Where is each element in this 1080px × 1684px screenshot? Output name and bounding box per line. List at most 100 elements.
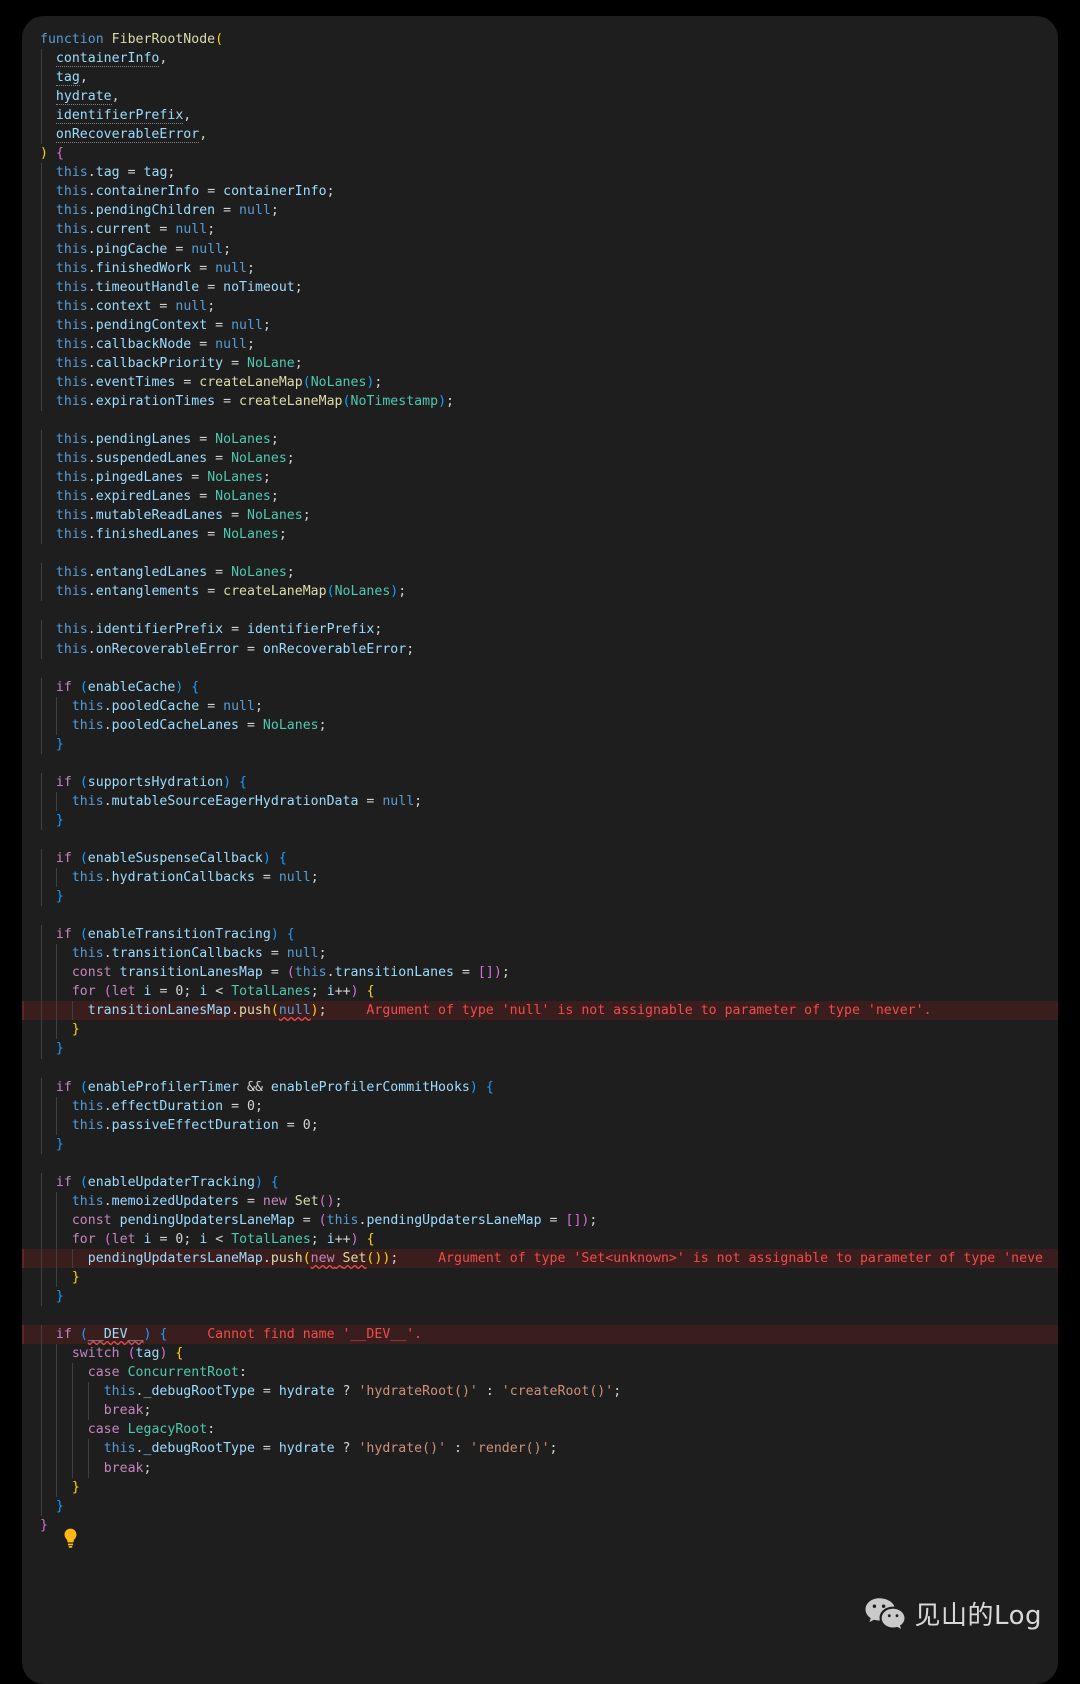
code-line[interactable]: pendingUpdatersLaneMap.push(new Set()); … (22, 1249, 1058, 1269)
code-line[interactable] (22, 906, 1058, 925)
indent-guide (56, 868, 58, 888)
code-line[interactable]: this.effectDuration = 0; (22, 1096, 1058, 1116)
code-line[interactable]: if (__DEV__) { Cannot find name '__DEV__… (22, 1325, 1058, 1345)
code-line[interactable]: this.callbackNode = null; (22, 334, 1058, 354)
code-line[interactable]: } (22, 1039, 1058, 1059)
code-line[interactable]: case LegacyRoot: (22, 1420, 1058, 1440)
code-line[interactable]: const pendingUpdatersLaneMap = (this.pen… (22, 1210, 1058, 1230)
code-line[interactable]: this._debugRootType = hydrate ? 'hydrate… (22, 1382, 1058, 1402)
code-line[interactable]: this.mutableSourceEagerHydrationData = n… (22, 791, 1058, 811)
indent-guide (72, 1439, 74, 1459)
code-line[interactable]: this.transitionCallbacks = null; (22, 944, 1058, 964)
indent-guide (40, 182, 42, 202)
indent-guide (40, 1458, 42, 1478)
code-line[interactable]: break; (22, 1401, 1058, 1421)
code-line[interactable]: this.callbackPriority = NoLane; (22, 353, 1058, 373)
watermark-label: 见山的Log (914, 1601, 1042, 1631)
code-line[interactable]: } (22, 887, 1058, 907)
code-line[interactable]: if (enableSuspenseCallback) { (22, 849, 1058, 869)
code-line[interactable]: if (enableCache) { (22, 677, 1058, 697)
code-line[interactable]: const transitionLanesMap = (this.transit… (22, 963, 1058, 983)
code-line[interactable]: this.context = null; (22, 296, 1058, 316)
code-line[interactable]: this.pendingChildren = null; (22, 201, 1058, 221)
indent-guide (40, 1249, 42, 1269)
code-line[interactable]: this._debugRootType = hydrate ? 'hydrate… (22, 1439, 1058, 1459)
indent-guide (56, 715, 58, 735)
code-line[interactable]: identifierPrefix, (22, 106, 1058, 126)
code-line[interactable]: this.eventTimes = createLaneMap(NoLanes)… (22, 372, 1058, 392)
code-line[interactable]: } (22, 810, 1058, 830)
code-line[interactable] (22, 544, 1058, 563)
code-line[interactable]: if (enableTransitionTracing) { (22, 925, 1058, 945)
code-line[interactable] (22, 659, 1058, 678)
indent-guide (40, 1210, 42, 1230)
code-line[interactable]: this.pendingLanes = NoLanes; (22, 429, 1058, 450)
indent-guide (56, 1344, 58, 1364)
code-line[interactable]: ) { (22, 144, 1058, 163)
code-line[interactable]: this.pingedLanes = NoLanes; (22, 468, 1058, 488)
code-line[interactable]: for (let i = 0; i < TotalLanes; i++) { (22, 1229, 1058, 1249)
code-line[interactable]: this.hydrationCallbacks = null; (22, 868, 1058, 888)
code-line[interactable] (22, 411, 1058, 430)
code-line[interactable]: hydrate, (22, 87, 1058, 107)
code-line[interactable]: } (22, 1516, 1058, 1535)
code-line[interactable] (22, 830, 1058, 849)
code-line[interactable]: switch (tag) { (22, 1344, 1058, 1364)
code-line[interactable]: break; (22, 1458, 1058, 1478)
code-line[interactable]: this.pooledCache = null; (22, 696, 1058, 716)
code-line[interactable]: this.pooledCacheLanes = NoLanes; (22, 715, 1058, 735)
indent-guide (40, 677, 42, 697)
code-line[interactable]: for (let i = 0; i < TotalLanes; i++) { (22, 982, 1058, 1002)
code-line[interactable]: this.identifierPrefix = identifierPrefix… (22, 620, 1058, 640)
code-line[interactable]: } (22, 1477, 1058, 1497)
code-line[interactable]: this.pingCache = null; (22, 239, 1058, 259)
indent-guide (40, 1477, 42, 1497)
code-line[interactable]: this.pendingContext = null; (22, 315, 1058, 335)
code-line[interactable]: this.containerInfo = containerInfo; (22, 182, 1058, 202)
code-line[interactable]: this.expirationTimes = createLaneMap(NoT… (22, 391, 1058, 411)
code-line[interactable]: this.mutableReadLanes = NoLanes; (22, 506, 1058, 526)
code-line[interactable]: containerInfo, (22, 49, 1058, 69)
indent-guide (40, 944, 42, 964)
code-line[interactable]: this.expiredLanes = NoLanes; (22, 487, 1058, 507)
code-line[interactable] (22, 1059, 1058, 1078)
code-line[interactable]: } (22, 1268, 1058, 1288)
code-line[interactable]: tag, (22, 68, 1058, 88)
code-line[interactable]: this.entangledLanes = NoLanes; (22, 563, 1058, 583)
code-line[interactable] (22, 1154, 1058, 1173)
indent-guide (40, 1115, 42, 1135)
code-line[interactable]: case ConcurrentRoot: (22, 1363, 1058, 1383)
code-line[interactable]: function FiberRootNode( (22, 30, 1058, 49)
code-line[interactable]: this.finishedWork = null; (22, 258, 1058, 278)
code-line[interactable]: if (enableUpdaterTracking) { (22, 1172, 1058, 1192)
code-line[interactable]: } (22, 1496, 1058, 1516)
indent-guide (40, 1325, 42, 1345)
indent-guide (40, 334, 42, 354)
code-line[interactable]: this.suspendedLanes = NoLanes; (22, 449, 1058, 469)
lightbulb-icon[interactable] (62, 1528, 79, 1549)
code-content[interactable]: function FiberRootNode( containerInfo, t… (22, 16, 1058, 1535)
code-line[interactable]: } (22, 1020, 1058, 1040)
code-line[interactable]: this.entanglements = createLaneMap(NoLan… (22, 582, 1058, 602)
code-line[interactable]: this.timeoutHandle = noTimeout; (22, 277, 1058, 297)
indent-guide (40, 715, 42, 735)
code-line[interactable]: this.tag = tag; (22, 163, 1058, 183)
indent-guide (56, 791, 58, 811)
code-line[interactable]: } (22, 734, 1058, 754)
code-line[interactable]: } (22, 1287, 1058, 1307)
indent-guide (40, 487, 42, 507)
code-line[interactable]: this.current = null; (22, 220, 1058, 240)
code-line[interactable]: onRecoverableError, (22, 125, 1058, 145)
code-line[interactable] (22, 1306, 1058, 1325)
code-line[interactable] (22, 601, 1058, 620)
code-line[interactable]: this.finishedLanes = NoLanes; (22, 525, 1058, 545)
code-line[interactable]: this.onRecoverableError = onRecoverableE… (22, 639, 1058, 659)
code-line[interactable]: if (enableProfilerTimer && enableProfile… (22, 1077, 1058, 1097)
code-line[interactable]: transitionLanesMap.push(null); Argument … (22, 1001, 1058, 1021)
code-line[interactable]: } (22, 1134, 1058, 1154)
code-line[interactable]: if (supportsHydration) { (22, 772, 1058, 792)
code-line[interactable]: this.memoizedUpdaters = new Set(); (22, 1191, 1058, 1211)
code-line[interactable] (22, 754, 1058, 773)
code-line[interactable]: this.passiveEffectDuration = 0; (22, 1115, 1058, 1135)
indent-guide (72, 1420, 74, 1440)
